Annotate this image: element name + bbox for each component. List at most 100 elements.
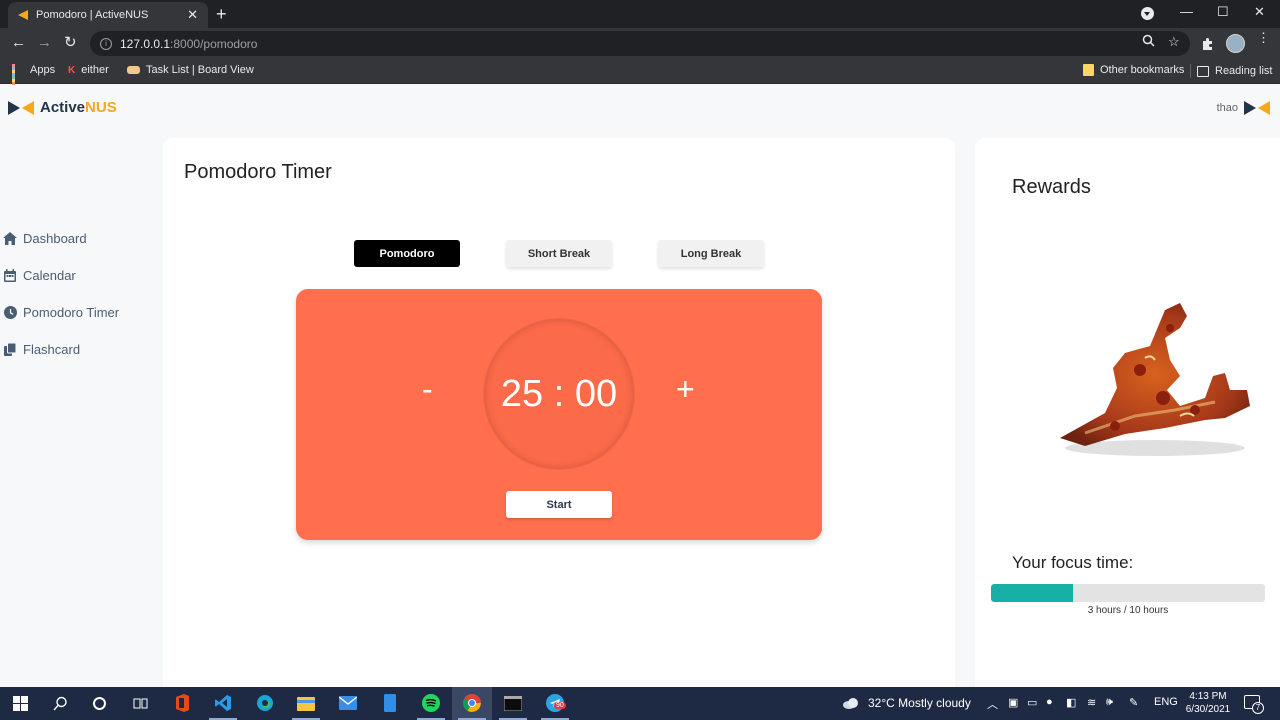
pomodoro-card: Pomodoro Timer Pomodoro Short Break Long…: [163, 138, 955, 698]
close-window-icon[interactable]: ✕: [1254, 4, 1265, 20]
extensions-puzzle-icon[interactable]: [1201, 37, 1214, 53]
clock-icon: [3, 306, 17, 320]
office-icon[interactable]: [172, 693, 192, 713]
sidebar: Dashboard Calendar Pomodoro Timer Flashc…: [0, 220, 160, 368]
bookmark-apps[interactable]: Apps: [12, 64, 56, 91]
minimize-icon[interactable]: —: [1180, 4, 1193, 19]
bookmark-task-list[interactable]: Task List | Board View: [127, 64, 254, 76]
decrement-button[interactable]: -: [422, 371, 433, 408]
bookmark-label: either: [81, 64, 109, 76]
reading-list[interactable]: Reading list: [1190, 64, 1272, 78]
page-title: Pomodoro Timer: [184, 161, 332, 183]
username: thao: [1216, 102, 1238, 114]
site-info-icon[interactable]: i: [100, 37, 112, 50]
spotify-icon[interactable]: [421, 693, 441, 713]
mode-short-break-button[interactable]: Short Break: [506, 240, 612, 267]
reload-icon[interactable]: ↻: [64, 33, 77, 53]
telegram-badge: 90: [554, 702, 566, 709]
sidebar-item-calendar[interactable]: Calendar: [0, 257, 160, 294]
tab-title: Pomodoro | ActiveNUS: [36, 9, 149, 21]
weather-widget[interactable]: 32°C Mostly cloudy: [842, 696, 971, 710]
terminal-icon[interactable]: [503, 693, 523, 713]
url-host: 127.0.0.1: [120, 36, 171, 51]
input-language[interactable]: ENG: [1154, 696, 1178, 708]
windows-start-icon[interactable]: [10, 693, 30, 713]
mail-icon[interactable]: [338, 693, 358, 713]
tab-close-icon[interactable]: ✕: [187, 7, 198, 23]
zoom-search-icon[interactable]: [1142, 34, 1155, 50]
focus-progress-bar: [991, 584, 1265, 602]
pizza-puzzle-reward-image: [1055, 298, 1255, 473]
network-icon[interactable]: ◧: [1066, 696, 1076, 709]
antivirus-icon[interactable]: ●: [1046, 696, 1053, 708]
edge-icon[interactable]: [255, 693, 275, 713]
copy-icon: [3, 343, 17, 357]
page: ActiveNUS thao Dashboard Calendar Pomodo…: [0, 85, 1280, 698]
apps-grid-icon: [12, 64, 24, 91]
battery-icon[interactable]: ▭: [1027, 696, 1037, 709]
bowtie-logo-icon: [8, 100, 34, 115]
user-avatar-icon: [1244, 101, 1270, 115]
forward-arrow-icon[interactable]: →: [37, 33, 52, 53]
address-bar[interactable]: i 127.0.0.1:8000/pomodoro: [90, 31, 1190, 56]
search-icon[interactable]: [50, 693, 70, 713]
bookmark-either[interactable]: K either: [68, 64, 109, 76]
volume-icon[interactable]: 🕪: [1106, 696, 1113, 709]
sidebar-item-dashboard[interactable]: Dashboard: [0, 220, 160, 257]
clock-time: 4:13 PM: [1189, 691, 1227, 702]
file-explorer-icon[interactable]: [296, 693, 316, 713]
meet-now-icon[interactable]: ▣: [1008, 696, 1018, 709]
brand-logo[interactable]: ActiveNUS: [8, 99, 117, 116]
activenus-favicon-icon: [18, 10, 28, 20]
chrome-icon[interactable]: [462, 693, 482, 713]
mode-pomodoro-button[interactable]: Pomodoro: [354, 240, 460, 267]
user-menu[interactable]: thao: [1217, 101, 1270, 115]
home-icon: [3, 232, 17, 246]
browser-tab[interactable]: Pomodoro | ActiveNUS ✕: [8, 2, 208, 28]
calendar-icon: [3, 269, 17, 283]
bookmarks-bar: Apps K either Task List | Board View Oth…: [0, 58, 1280, 91]
reading-list-icon: [1197, 65, 1209, 77]
other-bookmarks[interactable]: Other bookmarks: [1083, 64, 1184, 76]
sidebar-item-label: Pomodoro Timer: [23, 305, 120, 320]
pen-icon[interactable]: ✎: [1129, 696, 1138, 709]
show-hidden-icons-icon[interactable]: ︿: [987, 696, 998, 712]
cortana-icon[interactable]: [89, 693, 109, 713]
mode-long-break-button[interactable]: Long Break: [658, 240, 764, 267]
browser-tab-bar: Pomodoro | ActiveNUS ✕ + — ☐ ✕: [0, 0, 1280, 28]
telegram-icon[interactable]: 90: [545, 693, 566, 713]
tab-search-icon[interactable]: [1141, 7, 1154, 20]
profile-avatar[interactable]: [1226, 34, 1245, 53]
focus-progress-fill: [991, 584, 1074, 602]
increment-button[interactable]: +: [676, 371, 695, 408]
bookmark-label: Apps: [30, 64, 56, 76]
wifi-icon[interactable]: ≋: [1087, 696, 1096, 709]
cloud-icon: [843, 698, 858, 709]
clock[interactable]: 4:13 PM 6/30/2021: [1183, 690, 1233, 716]
timer-panel: - 25 : 00 + Start: [296, 289, 822, 540]
task-view-icon[interactable]: [130, 693, 150, 713]
sidebar-item-flashcard[interactable]: Flashcard: [0, 331, 160, 368]
weather-text: 32°C Mostly cloudy: [868, 696, 971, 710]
hand-icon: [127, 66, 140, 74]
k-logo-icon: K: [68, 64, 76, 76]
start-button[interactable]: Start: [506, 491, 612, 518]
notification-count: 7: [1252, 702, 1264, 714]
new-tab-button[interactable]: +: [216, 4, 227, 24]
bookmark-star-icon[interactable]: ☆: [1168, 34, 1180, 50]
notes-app-icon[interactable]: [380, 693, 400, 713]
browser-menu-icon[interactable]: ⋮: [1257, 31, 1270, 44]
clock-date: 6/30/2021: [1185, 704, 1231, 715]
sidebar-item-pomodoro-timer[interactable]: Pomodoro Timer: [0, 294, 160, 331]
maximize-icon[interactable]: ☐: [1217, 4, 1229, 20]
sidebar-item-label: Flashcard: [23, 342, 81, 357]
vscode-icon[interactable]: [213, 693, 233, 713]
back-arrow-icon[interactable]: ←: [11, 33, 26, 53]
rewards-card: Rewards Your focus time: 3 hours / 10 ho…: [975, 138, 1280, 698]
focus-progress-label: 3 hours / 10 hours: [1087, 605, 1169, 616]
brand-highlight: NUS: [85, 99, 117, 116]
brand-name: Active: [40, 99, 86, 116]
reading-list-label: Reading list: [1215, 65, 1273, 77]
focus-time-title: Your focus time:: [1012, 553, 1134, 572]
timer-display: 25 : 00: [500, 372, 618, 415]
